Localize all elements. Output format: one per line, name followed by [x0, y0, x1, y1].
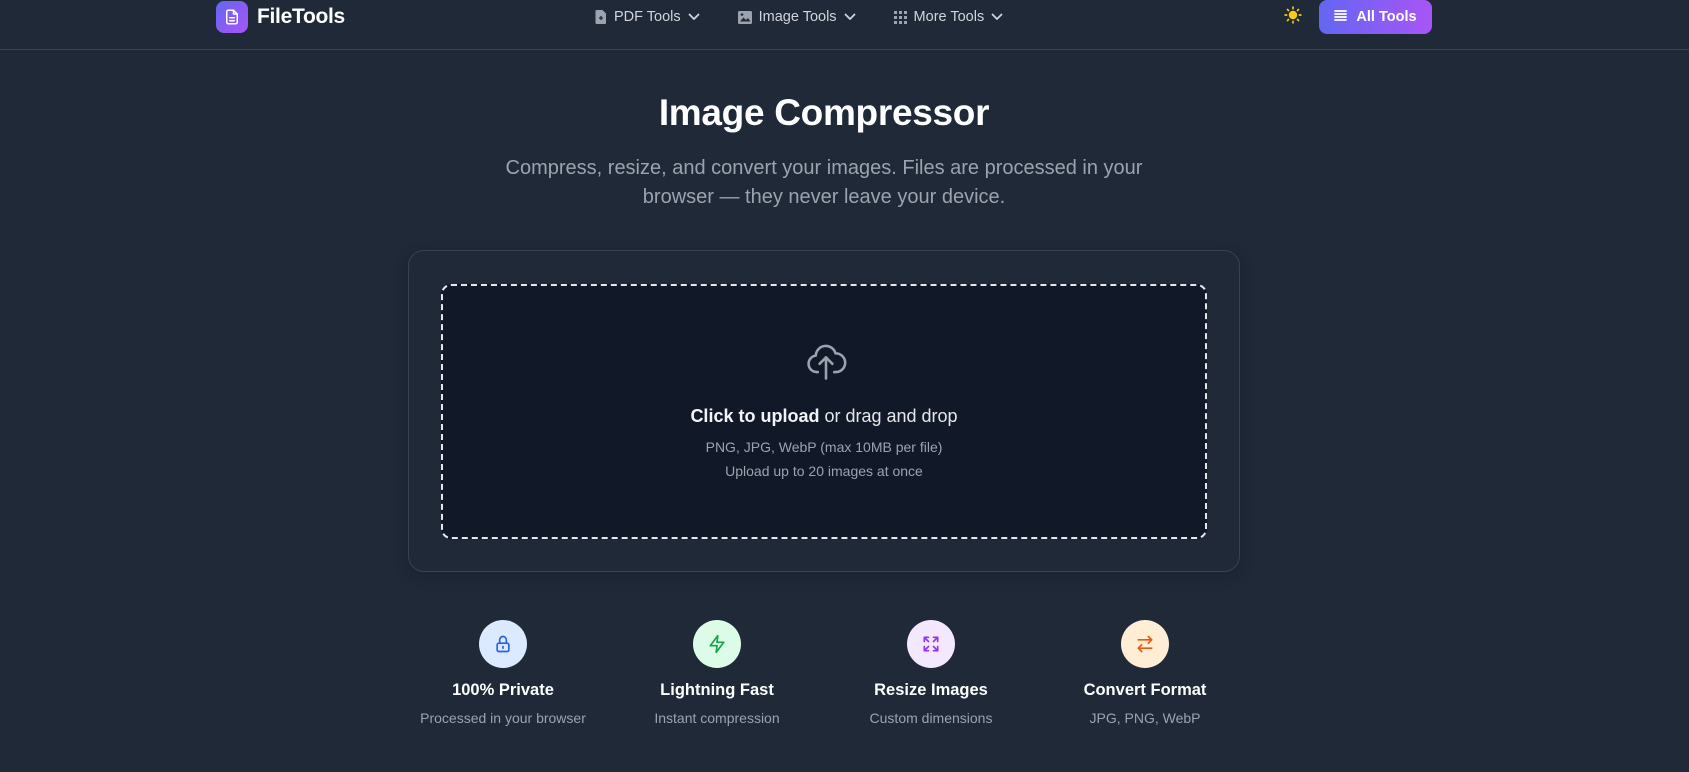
swap-arrows-icon [1121, 620, 1169, 668]
nav-pdf-tools[interactable]: PDF Tools [595, 9, 700, 25]
bolt-icon [693, 620, 741, 668]
file-icon [595, 10, 607, 24]
feature-convert: Convert Format JPG, PNG, WebP [1045, 620, 1245, 726]
feature-title: Lightning Fast [660, 681, 774, 699]
feature-title: 100% Private [452, 681, 554, 699]
image-icon [737, 10, 752, 24]
upload-card: Click to upload or drag and drop PNG, JP… [408, 250, 1240, 572]
feature-title: Resize Images [874, 681, 988, 699]
feature-fast: Lightning Fast Instant compression [617, 620, 817, 726]
document-icon [216, 1, 248, 33]
feature-desc: Processed in your browser [420, 710, 586, 726]
all-tools-button[interactable]: All Tools [1319, 0, 1432, 34]
feature-desc: Instant compression [654, 710, 780, 726]
upload-limit-hint: Upload up to 20 images at once [725, 463, 923, 479]
expand-icon [907, 620, 955, 668]
brand-link[interactable]: FileTools [216, 1, 345, 33]
upload-formats-hint: PNG, JPG, WebP (max 10MB per file) [705, 439, 943, 455]
nav-image-tools-label: Image Tools [758, 9, 837, 25]
top-navbar: FileTools PDF Tools Image Tools More Too… [0, 0, 1689, 50]
chevron-down-icon [688, 13, 700, 21]
feature-resize: Resize Images Custom dimensions [831, 620, 1031, 726]
nav-pdf-tools-label: PDF Tools [614, 9, 681, 25]
chevron-down-icon [844, 13, 856, 21]
all-tools-label: All Tools [1356, 9, 1417, 25]
feature-private: 100% Private Processed in your browser [403, 620, 603, 726]
page-subtitle: Compress, resize, and convert your image… [505, 157, 1143, 208]
upload-dropzone[interactable]: Click to upload or drag and drop PNG, JP… [441, 284, 1207, 539]
nav-more-tools[interactable]: More Tools [893, 9, 1004, 25]
grid-icon [893, 10, 907, 24]
sun-icon [1284, 5, 1302, 29]
main-nav: PDF Tools Image Tools More Tools [595, 6, 1003, 28]
click-to-upload-text[interactable]: Click to upload [690, 406, 819, 426]
feature-desc: JPG, PNG, WebP [1089, 710, 1201, 726]
cloud-upload-icon [804, 340, 848, 384]
page-title: Image Compressor [658, 92, 990, 133]
features-row: 100% Private Processed in your browser L… [0, 620, 1689, 740]
nav-image-tools[interactable]: Image Tools [737, 9, 856, 25]
upload-instruction: Click to upload or drag and drop [443, 406, 1205, 427]
chevron-down-icon [991, 13, 1003, 21]
theme-toggle-button[interactable] [1282, 5, 1304, 29]
feature-desc: Custom dimensions [869, 710, 993, 726]
lock-icon [479, 620, 527, 668]
drag-drop-text: or drag and drop [824, 406, 958, 426]
feature-title: Convert Format [1083, 681, 1207, 699]
brand-name: FileTools [257, 5, 345, 28]
nav-more-tools-label: More Tools [913, 9, 985, 25]
menu-icon [1334, 9, 1348, 25]
